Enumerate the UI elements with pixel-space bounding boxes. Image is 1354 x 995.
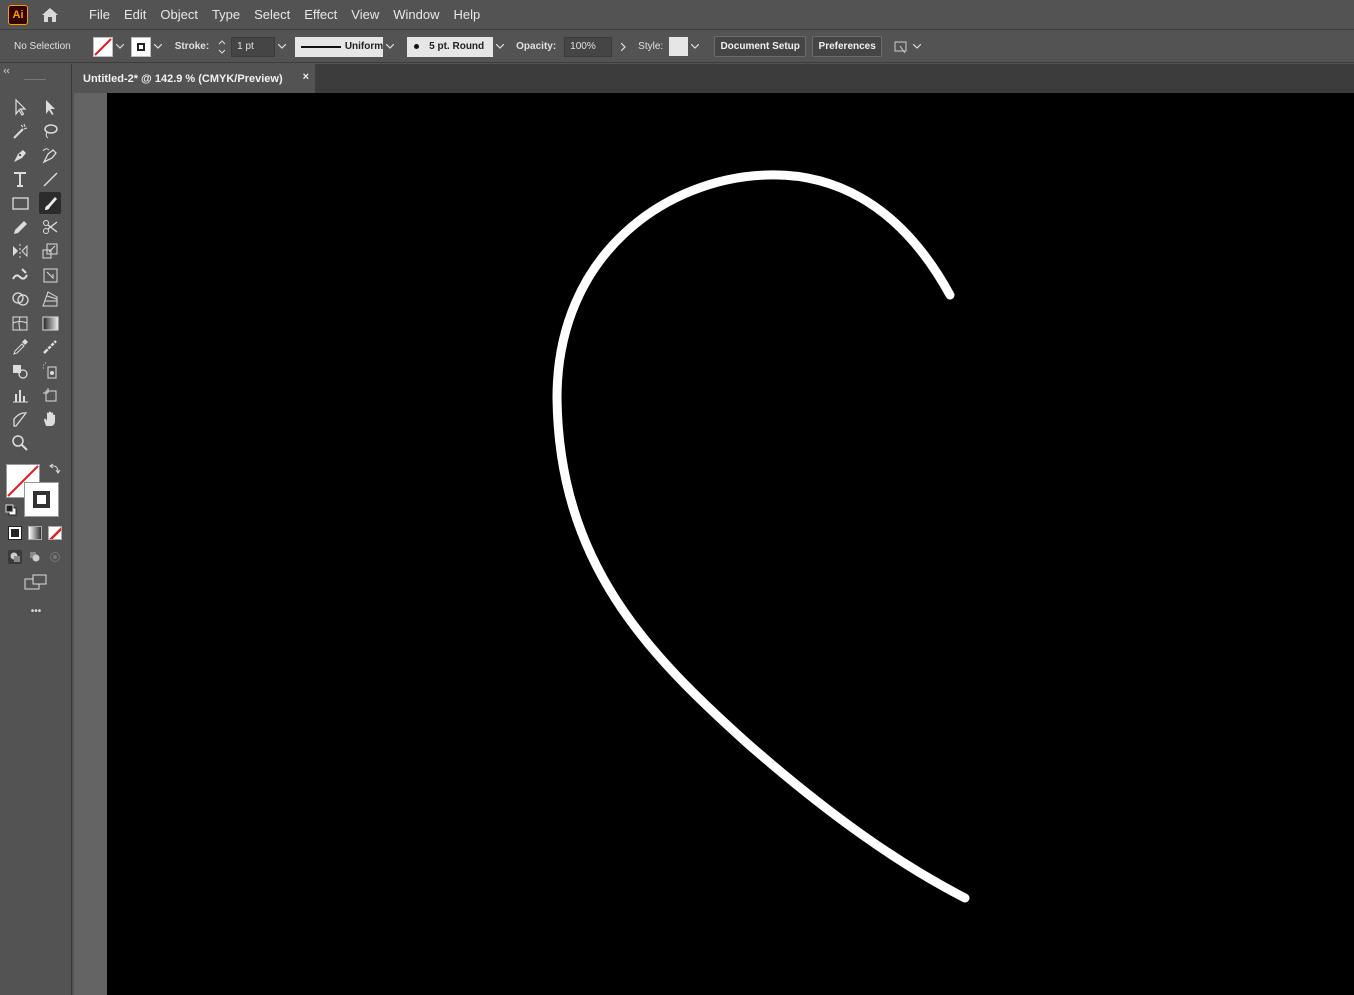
screen-mode-icon[interactable] <box>24 574 48 590</box>
artboard[interactable] <box>107 93 1354 995</box>
arrange-documents-icon[interactable] <box>892 38 910 56</box>
selection-status: No Selection <box>14 41 71 52</box>
curvature-tool-icon[interactable] <box>39 144 61 166</box>
pencil-tool-icon[interactable] <box>9 216 31 238</box>
selection-tool-icon[interactable] <box>9 96 31 118</box>
menu-object[interactable]: Object <box>153 0 205 30</box>
artwork-svg <box>552 170 970 903</box>
swap-fill-stroke-icon[interactable] <box>48 462 62 476</box>
menu-type[interactable]: Type <box>205 0 247 30</box>
warp-tool-icon[interactable] <box>9 264 31 286</box>
color-mode-icon[interactable] <box>8 526 22 540</box>
preferences-button[interactable]: Preferences <box>812 36 883 57</box>
gradient-mode-icon[interactable] <box>28 526 42 540</box>
stroke-weight-chevron-icon[interactable] <box>275 37 289 57</box>
opacity-input[interactable]: 100% <box>564 36 613 57</box>
stroke-stepper-icon[interactable] <box>215 37 229 57</box>
artboard-tool-icon[interactable] <box>39 384 61 406</box>
home-icon[interactable] <box>39 5 61 25</box>
close-tab-icon[interactable]: × <box>303 71 309 83</box>
shape-builder-tool-icon[interactable] <box>9 288 31 310</box>
menu-effect[interactable]: Effect <box>297 0 344 30</box>
eyedropper-tool-icon[interactable] <box>9 336 31 358</box>
toolbar-header[interactable] <box>0 64 72 80</box>
type-tool-icon[interactable] <box>9 168 31 190</box>
measure-tool-icon[interactable] <box>39 336 61 358</box>
menu-help[interactable]: Help <box>446 0 487 30</box>
default-fill-stroke-icon[interactable] <box>5 503 17 516</box>
document-tab-title: Untitled-2* @ 142.9 % (CMYK/Preview) <box>83 72 283 85</box>
none-mode-icon[interactable] <box>48 526 62 540</box>
profile-label: Uniform <box>344 41 384 52</box>
graphic-style-swatch[interactable] <box>669 37 689 56</box>
control-bar: No Selection Stroke: 1 pt Uniform 5 pt. … <box>0 31 1354 63</box>
slice-tool-icon[interactable] <box>9 408 31 430</box>
draw-inside-icon[interactable] <box>48 550 62 564</box>
line-segment-tool-icon[interactable] <box>39 168 61 190</box>
menu-bar: Ai File Edit Object Type Select Effect View Win… <box>0 0 1354 30</box>
blend-tool-icon[interactable] <box>9 360 31 382</box>
stroke-label: Stroke: <box>174 41 210 52</box>
menu-file[interactable]: File <box>82 0 117 30</box>
tools-panel: ••• <box>0 64 72 995</box>
brush-label: 5 pt. Round <box>429 41 485 52</box>
scissors-tool-icon[interactable] <box>39 216 61 238</box>
zoom-tool-icon[interactable] <box>9 432 31 454</box>
menu-edit[interactable]: Edit <box>117 0 153 30</box>
document-tab-strip: Untitled-2* @ 142.9 % (CMYK/Preview) × <box>74 64 1354 93</box>
direct-selection-tool-icon[interactable] <box>39 96 61 118</box>
draw-behind-icon[interactable] <box>28 550 42 564</box>
menu-view[interactable]: View <box>344 0 386 30</box>
stroke-color-swatch[interactable] <box>24 482 59 517</box>
profile-chevron-icon[interactable] <box>383 37 397 57</box>
fill-dropdown-chevron-icon[interactable] <box>113 37 127 57</box>
gradient-tool-icon[interactable] <box>39 312 61 334</box>
brush-dot-icon <box>414 44 420 49</box>
rectangle-tool-icon[interactable] <box>9 192 31 214</box>
fill-swatch[interactable] <box>92 36 113 57</box>
reflect-tool-icon[interactable] <box>9 240 31 262</box>
style-label: Style: <box>638 41 664 52</box>
variable-width-profile[interactable]: Uniform <box>295 36 384 57</box>
document-setup-button[interactable]: Document Setup <box>714 36 807 57</box>
magic-wand-tool-icon[interactable] <box>9 120 31 142</box>
stroke-weight-input[interactable]: 1 pt <box>231 36 276 57</box>
free-transform-tool-icon[interactable] <box>39 264 61 286</box>
menu-items: File Edit Object Type Select Effect View Window… <box>82 0 487 30</box>
profile-line-icon <box>301 45 341 48</box>
column-graph-tool-icon[interactable] <box>9 384 31 406</box>
pen-tool-icon[interactable] <box>9 144 31 166</box>
lasso-tool-icon[interactable] <box>39 120 61 142</box>
brush-stroke-path[interactable] <box>552 170 970 903</box>
brush-chevron-icon[interactable] <box>493 37 507 57</box>
stroke-swatch[interactable] <box>130 36 151 57</box>
paintbrush-tool-icon[interactable] <box>39 192 61 214</box>
arrange-chevron-icon[interactable] <box>910 37 924 57</box>
brush-definition[interactable]: 5 pt. Round <box>407 36 494 57</box>
app-logo: Ai <box>8 4 28 25</box>
menu-select[interactable]: Select <box>247 0 297 30</box>
scale-tool-icon[interactable] <box>39 240 61 262</box>
stroke-dropdown-chevron-icon[interactable] <box>151 37 165 57</box>
mesh-tool-icon[interactable] <box>9 312 31 334</box>
opacity-label: Opacity: <box>516 41 557 52</box>
perspective-grid-tool-icon[interactable] <box>39 288 61 310</box>
hand-tool-icon[interactable] <box>39 408 61 430</box>
edit-toolbar-more-icon[interactable]: ••• <box>22 606 50 618</box>
menu-window[interactable]: Window <box>386 0 446 30</box>
opacity-chevron-right-icon[interactable] <box>616 37 630 57</box>
symbol-sprayer-tool-icon[interactable] <box>39 360 61 382</box>
draw-normal-icon[interactable] <box>8 550 22 564</box>
document-tab[interactable]: Untitled-2* @ 142.9 % (CMYK/Preview) × <box>74 64 315 93</box>
style-chevron-icon[interactable] <box>688 37 702 57</box>
